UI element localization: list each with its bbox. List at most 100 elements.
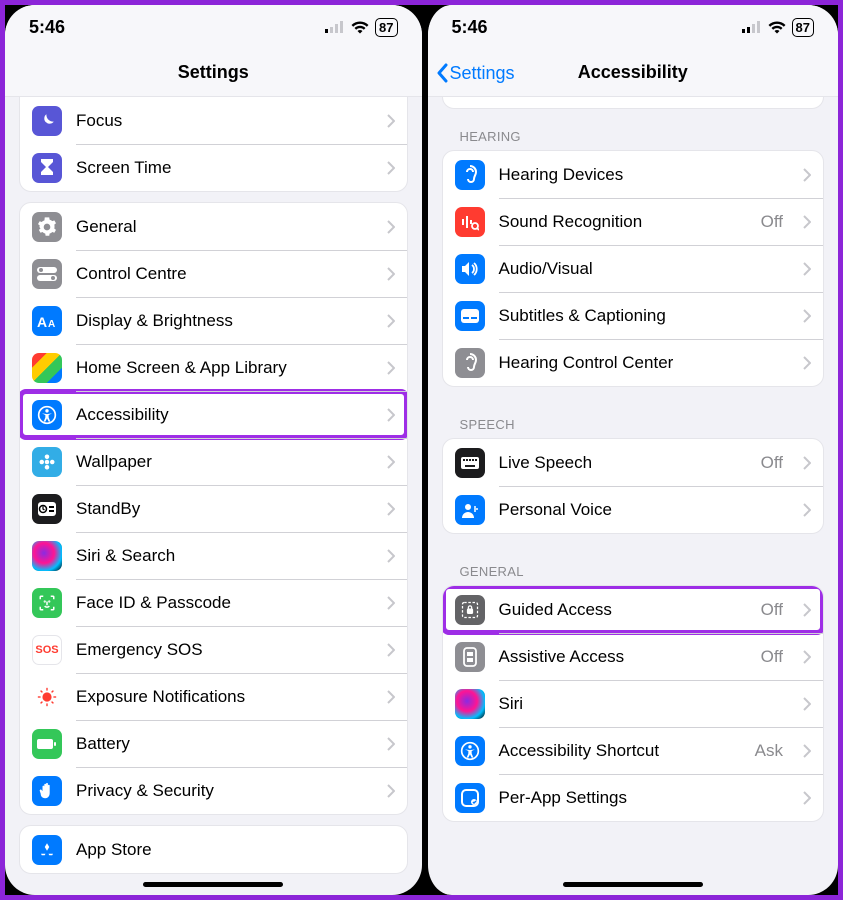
settings-list[interactable]: Focus Screen Time General Control C [5,97,422,895]
row-emergency-sos[interactable]: SOS Emergency SOS [20,626,407,673]
row-assistive-access[interactable]: Assistive Access Off [443,633,824,680]
row-general[interactable]: General [20,203,407,250]
row-hearing-control-center[interactable]: Hearing Control Center [443,339,824,386]
chevron-right-icon [803,168,811,182]
clock-icon [32,494,62,524]
chevron-right-icon [803,356,811,370]
chevron-right-icon [803,650,811,664]
siri-icon [455,689,485,719]
row-audio-visual[interactable]: Audio/Visual [443,245,824,292]
row-label: App Store [76,840,395,860]
row-home-screen[interactable]: Home Screen & App Library [20,344,407,391]
row-per-app-settings[interactable]: Per-App Settings [443,774,824,821]
settings-group-focus: Focus Screen Time [19,97,408,192]
lock-frame-icon [455,595,485,625]
battery-indicator: 87 [792,18,814,37]
status-bar: 5:46 87 [5,5,422,49]
row-label: Siri [499,694,790,714]
row-live-speech[interactable]: Live Speech Off [443,439,824,486]
chevron-right-icon [387,690,395,704]
row-label: Audio/Visual [499,259,790,279]
back-label: Settings [450,63,515,84]
cell-signal-icon [325,21,345,33]
section-header-hearing: HEARING [428,109,839,150]
row-exposure-notifications[interactable]: Exposure Notifications [20,673,407,720]
row-label: Privacy & Security [76,781,373,801]
page-title: Settings [178,62,249,83]
chevron-right-icon [387,267,395,281]
row-guided-access[interactable]: Guided Access Off [443,586,824,633]
row-accessibility[interactable]: Accessibility [20,391,407,438]
row-screen-time[interactable]: Screen Time [20,144,407,191]
gear-icon [32,212,62,242]
row-value: Off [761,647,783,667]
row-privacy-security[interactable]: Privacy & Security [20,767,407,814]
row-subtitles[interactable]: Subtitles & Captioning [443,292,824,339]
status-right: 87 [742,18,814,37]
row-label: Hearing Control Center [499,353,790,373]
moon-icon [32,106,62,136]
chevron-right-icon [387,314,395,328]
status-right: 87 [325,18,397,37]
siri-icon [32,541,62,571]
row-label: General [76,217,373,237]
home-indicator[interactable] [143,882,283,887]
app-store-icon [32,835,62,865]
home-indicator[interactable] [563,882,703,887]
exposure-icon [32,682,62,712]
row-label: Home Screen & App Library [76,358,373,378]
chevron-right-icon [387,784,395,798]
sos-icon: SOS [32,635,62,665]
status-bar: 5:46 87 [428,5,839,49]
row-label: Assistive Access [499,647,747,667]
row-siri-search[interactable]: Siri & Search [20,532,407,579]
chevron-right-icon [803,791,811,805]
row-label: Focus [76,111,373,131]
back-button[interactable]: Settings [436,49,515,97]
row-wallpaper[interactable]: Wallpaper [20,438,407,485]
row-battery[interactable]: Battery [20,720,407,767]
chevron-right-icon [803,503,811,517]
row-label: Personal Voice [499,500,790,520]
hand-icon [32,776,62,806]
row-personal-voice[interactable]: Personal Voice [443,486,824,533]
row-label: Siri & Search [76,546,373,566]
row-display-brightness[interactable]: AA Display & Brightness [20,297,407,344]
settings-group-appstore: App Store [19,825,408,874]
row-label: Subtitles & Captioning [499,306,790,326]
row-siri[interactable]: Siri [443,680,824,727]
row-face-id[interactable]: Face ID & Passcode [20,579,407,626]
chevron-right-icon [387,361,395,375]
row-app-store[interactable]: App Store [20,826,407,873]
row-label: Emergency SOS [76,640,373,660]
app-settings-icon [455,783,485,813]
accessibility-list[interactable]: HEARING Hearing Devices Sound Recognitio… [428,97,839,895]
row-hearing-devices[interactable]: Hearing Devices [443,151,824,198]
text-size-icon: AA [32,306,62,336]
chevron-right-icon [803,215,811,229]
group-speech: Live Speech Off Personal Voice [442,438,825,534]
wifi-icon [351,21,369,34]
status-time: 5:46 [452,17,488,38]
chevron-right-icon [387,408,395,422]
phone-settings: 5:46 87 Settings Focus Screen Time [5,5,422,895]
prev-group-peek [442,97,825,109]
captions-icon [455,301,485,331]
status-time: 5:46 [29,17,65,38]
section-header-speech: SPEECH [428,397,839,438]
row-standby[interactable]: StandBy [20,485,407,532]
settings-group-general: General Control Centre AA Display & Brig… [19,202,408,815]
chevron-left-icon [436,63,448,83]
row-sound-recognition[interactable]: Sound Recognition Off [443,198,824,245]
row-label: Accessibility [76,405,373,425]
chevron-right-icon [803,309,811,323]
row-accessibility-shortcut[interactable]: Accessibility Shortcut Ask [443,727,824,774]
chevron-right-icon [803,744,811,758]
row-focus[interactable]: Focus [20,97,407,144]
chevron-right-icon [803,262,811,276]
row-label: Hearing Devices [499,165,790,185]
row-control-centre[interactable]: Control Centre [20,250,407,297]
row-label: Guided Access [499,600,747,620]
row-label: Exposure Notifications [76,687,373,707]
chevron-right-icon [387,502,395,516]
